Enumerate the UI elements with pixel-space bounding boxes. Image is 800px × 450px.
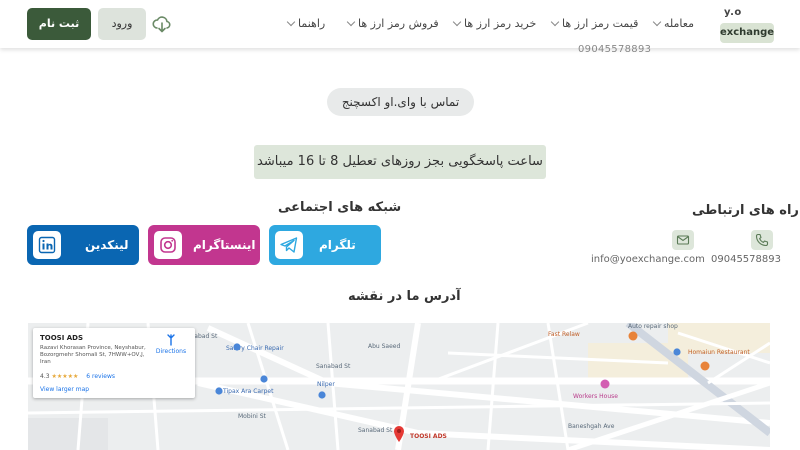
map-place-address: Razavi Khorasan Province, Neyshabur, Boz… — [40, 345, 146, 365]
instagram-button[interactable]: اینستاگرام — [148, 225, 260, 265]
social-section-title: شبکه های اجتماعی — [278, 200, 402, 215]
download-cloud-icon[interactable] — [152, 14, 172, 34]
nav-sell-crypto-label: فروش رمز ارز ها — [358, 16, 439, 30]
reviews-link[interactable]: 6 reviews — [86, 373, 115, 380]
map-poi-workers: Workers House — [573, 393, 618, 400]
linkedin-icon — [33, 231, 61, 259]
linkedin-button[interactable]: لینکدین — [27, 225, 139, 265]
nav-trade-label: معامله — [664, 16, 694, 30]
chevron-down-icon — [346, 17, 356, 26]
chevron-down-icon — [652, 17, 662, 26]
nav-buy-crypto[interactable]: خرید رمز ارز ها — [452, 14, 537, 32]
rating-value: 4.3 — [40, 373, 50, 380]
contact-email[interactable]: info@yoexchange.com — [591, 254, 705, 265]
nav-trade[interactable]: معامله — [652, 14, 694, 32]
directions-label: Directions — [155, 348, 187, 355]
map-street-sanabad-3: Sanabad St — [358, 427, 393, 434]
directions-button[interactable]: Directions — [151, 334, 191, 355]
map-poi-tipax: Tipax Ara Carpet — [223, 388, 274, 395]
contact-title-pill: تماس با وای.او اکسچنج — [327, 88, 474, 116]
map-pin-blue-icon — [260, 375, 268, 386]
register-button[interactable]: ثبت نام — [27, 8, 91, 40]
map-street-sanabad-2: Sanabad St — [316, 363, 351, 370]
nav-crypto-prices-label: قیمت رمز ارز ها — [562, 16, 639, 30]
map-street-mobini: Mobini St — [238, 413, 266, 420]
map-info-card: TOOSI ADS Razavi Khorasan Province, Neys… — [33, 328, 195, 398]
telegram-label: تلگرام — [319, 238, 356, 252]
contact-phone[interactable]: 09045578893 — [711, 254, 781, 265]
nav-crypto-prices[interactable]: قیمت رمز ارز ها — [550, 14, 639, 32]
chevron-down-icon — [286, 17, 296, 26]
linkedin-label: لینکدین — [85, 238, 129, 252]
nav-buy-crypto-label: خرید رمز ارز ها — [464, 16, 537, 30]
nav-help[interactable]: راهنما — [286, 14, 326, 32]
header-phone: 09045578893 — [578, 44, 652, 55]
instagram-label: اینستاگرام — [193, 238, 256, 252]
map-poi-toosi-label: TOOSI ADS — [410, 433, 447, 440]
nav-help-label: راهنما — [298, 16, 326, 30]
login-button[interactable]: ورود — [98, 8, 146, 40]
map-poi-homaiun: Homaiun Restaurant — [688, 349, 750, 356]
map-street-baneshgah: Baneshgah Ave — [568, 423, 615, 430]
map-place-name: TOOSI ADS — [40, 334, 84, 342]
map-poi-autorepair: Auto repair shop — [628, 323, 678, 330]
map-pin-pink-icon — [600, 379, 610, 391]
map-pin-orange-icon — [700, 361, 710, 373]
rating-stars-icon: ★★★★★ — [51, 373, 79, 380]
chevron-down-icon — [550, 17, 560, 26]
map-section-title: آدرس ما در نقشه — [348, 289, 461, 304]
map-pin-orange-icon — [628, 331, 638, 343]
email-icon — [672, 230, 694, 250]
telegram-icon — [275, 231, 303, 259]
logo-top-text: y.o — [724, 7, 742, 18]
nav-sell-crypto[interactable]: فروش رمز ارز ها — [346, 14, 439, 32]
view-larger-map-link[interactable]: View larger map — [40, 386, 89, 393]
map-pin-blue-icon — [673, 348, 681, 359]
site-logo[interactable]: y.o exchange — [720, 5, 774, 43]
map-poi-nilper: Nilper — [317, 381, 335, 388]
contact-ways-title: راه های ارتباطی — [692, 203, 799, 218]
logo-bottom-text: exchange — [720, 23, 774, 43]
map-place-rating: 4.3 ★★★★★ 6 reviews — [40, 373, 115, 380]
map-pin-blue-icon — [318, 391, 326, 402]
map-poi-fastrelaw: Fast Relaw — [548, 331, 580, 338]
map-pin-blue-icon — [215, 387, 223, 398]
telegram-button[interactable]: تلگرام — [269, 225, 381, 265]
phone-icon — [751, 230, 773, 250]
site-header: y.o exchange معامله قیمت رمز ارز ها خرید… — [0, 0, 800, 48]
map-location-pin-icon — [393, 425, 405, 445]
instagram-icon — [154, 231, 182, 259]
chevron-down-icon — [452, 17, 462, 26]
map-pin-blue-icon — [233, 343, 241, 354]
map-street-abusaeed: Abu Saeed — [368, 343, 401, 350]
directions-icon — [167, 334, 175, 346]
working-hours-notice: ساعت پاسخگویی بجز روزهای تعطیل 8 تا 16 م… — [254, 145, 546, 179]
